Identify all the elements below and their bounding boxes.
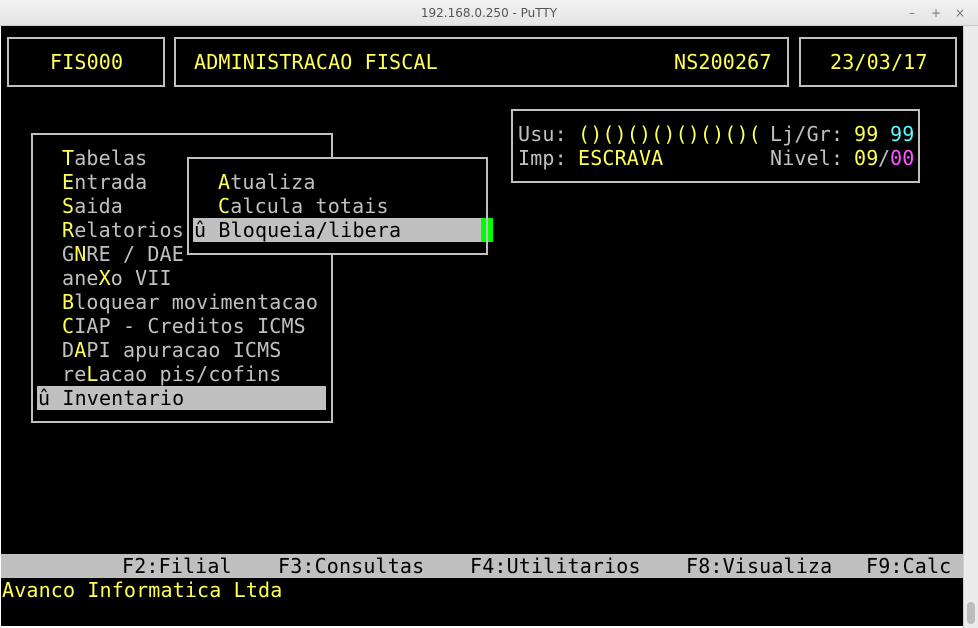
level-separator: /	[878, 146, 891, 170]
current-date: 23/03/17	[830, 50, 928, 74]
menu-item-relatorios[interactable]: Relatorios	[62, 218, 184, 242]
menu-item-inventario[interactable]: û Inventario	[38, 386, 184, 410]
menu-item-gnre-dae[interactable]: GNRE / DAE	[62, 242, 184, 266]
cursor-block	[481, 218, 486, 242]
printer-label: Imp:	[518, 146, 567, 170]
vertical-scrollbar[interactable]	[963, 26, 978, 628]
store-group-label: Lj/Gr:	[770, 122, 844, 146]
level-value-b: 00	[890, 146, 915, 170]
user-value: ()()()()()()()(	[578, 122, 761, 146]
f2-filial-key[interactable]: F2:Filial	[122, 554, 232, 578]
level-value-a: 09	[854, 146, 879, 170]
menu-item-entrada[interactable]: Entrada	[62, 170, 147, 194]
f9-calc-key[interactable]: F9:Calc	[866, 554, 951, 578]
menu-item-anexo-vii[interactable]: aneXo VII	[62, 266, 172, 290]
minimize-icon[interactable]: –	[903, 4, 921, 22]
menu-item-ciap[interactable]: CIAP - Creditos ICMS	[62, 314, 306, 338]
cursor-block-right	[488, 218, 493, 242]
menu-item-tabelas[interactable]: Tabelas	[62, 146, 147, 170]
user-label: Usu:	[518, 122, 567, 146]
serial-number: NS200267	[674, 50, 772, 74]
f3-consultas-key[interactable]: F3:Consultas	[278, 554, 424, 578]
window-title: 192.168.0.250 - PuTTY	[420, 6, 558, 20]
group-value: 99	[890, 122, 915, 146]
f8-visualiza-key[interactable]: F8:Visualiza	[686, 554, 832, 578]
menu-item-saida[interactable]: Saida	[62, 194, 123, 218]
menu-item-bloquear-movimentacao[interactable]: Bloquear movimentacao	[62, 290, 318, 314]
scrollbar-thumb[interactable]	[967, 602, 975, 624]
company-footer: Avanco Informatica Ltda	[2, 578, 283, 602]
submenu-item-calcula-totais[interactable]: Calcula totais	[218, 194, 389, 218]
menu-item-relacao-pis-cofins[interactable]: reLacao pis/cofins	[62, 362, 281, 386]
close-icon[interactable]: ×	[951, 4, 969, 22]
submenu-item-bloqueia-libera[interactable]: û Bloqueia/libera	[194, 218, 401, 242]
submenu-item-atualiza[interactable]: Atualiza	[218, 170, 316, 194]
printer-value: ESCRAVA	[578, 146, 664, 170]
terminal-screen[interactable]: FIS000 ADMINISTRACAO FISCAL NS200267 23/…	[1, 26, 963, 626]
menu-item-dapi[interactable]: DAPI apuracao ICMS	[62, 338, 281, 362]
store-value: 99	[854, 122, 879, 146]
f4-utilitarios-key[interactable]: F4:Utilitarios	[470, 554, 641, 578]
maximize-icon[interactable]: +	[927, 4, 945, 22]
window-titlebar: 192.168.0.250 - PuTTY – + ×	[0, 0, 978, 26]
program-code: FIS000	[50, 50, 124, 74]
level-label: Nivel:	[770, 146, 844, 170]
module-title: ADMINISTRACAO FISCAL	[194, 50, 438, 74]
